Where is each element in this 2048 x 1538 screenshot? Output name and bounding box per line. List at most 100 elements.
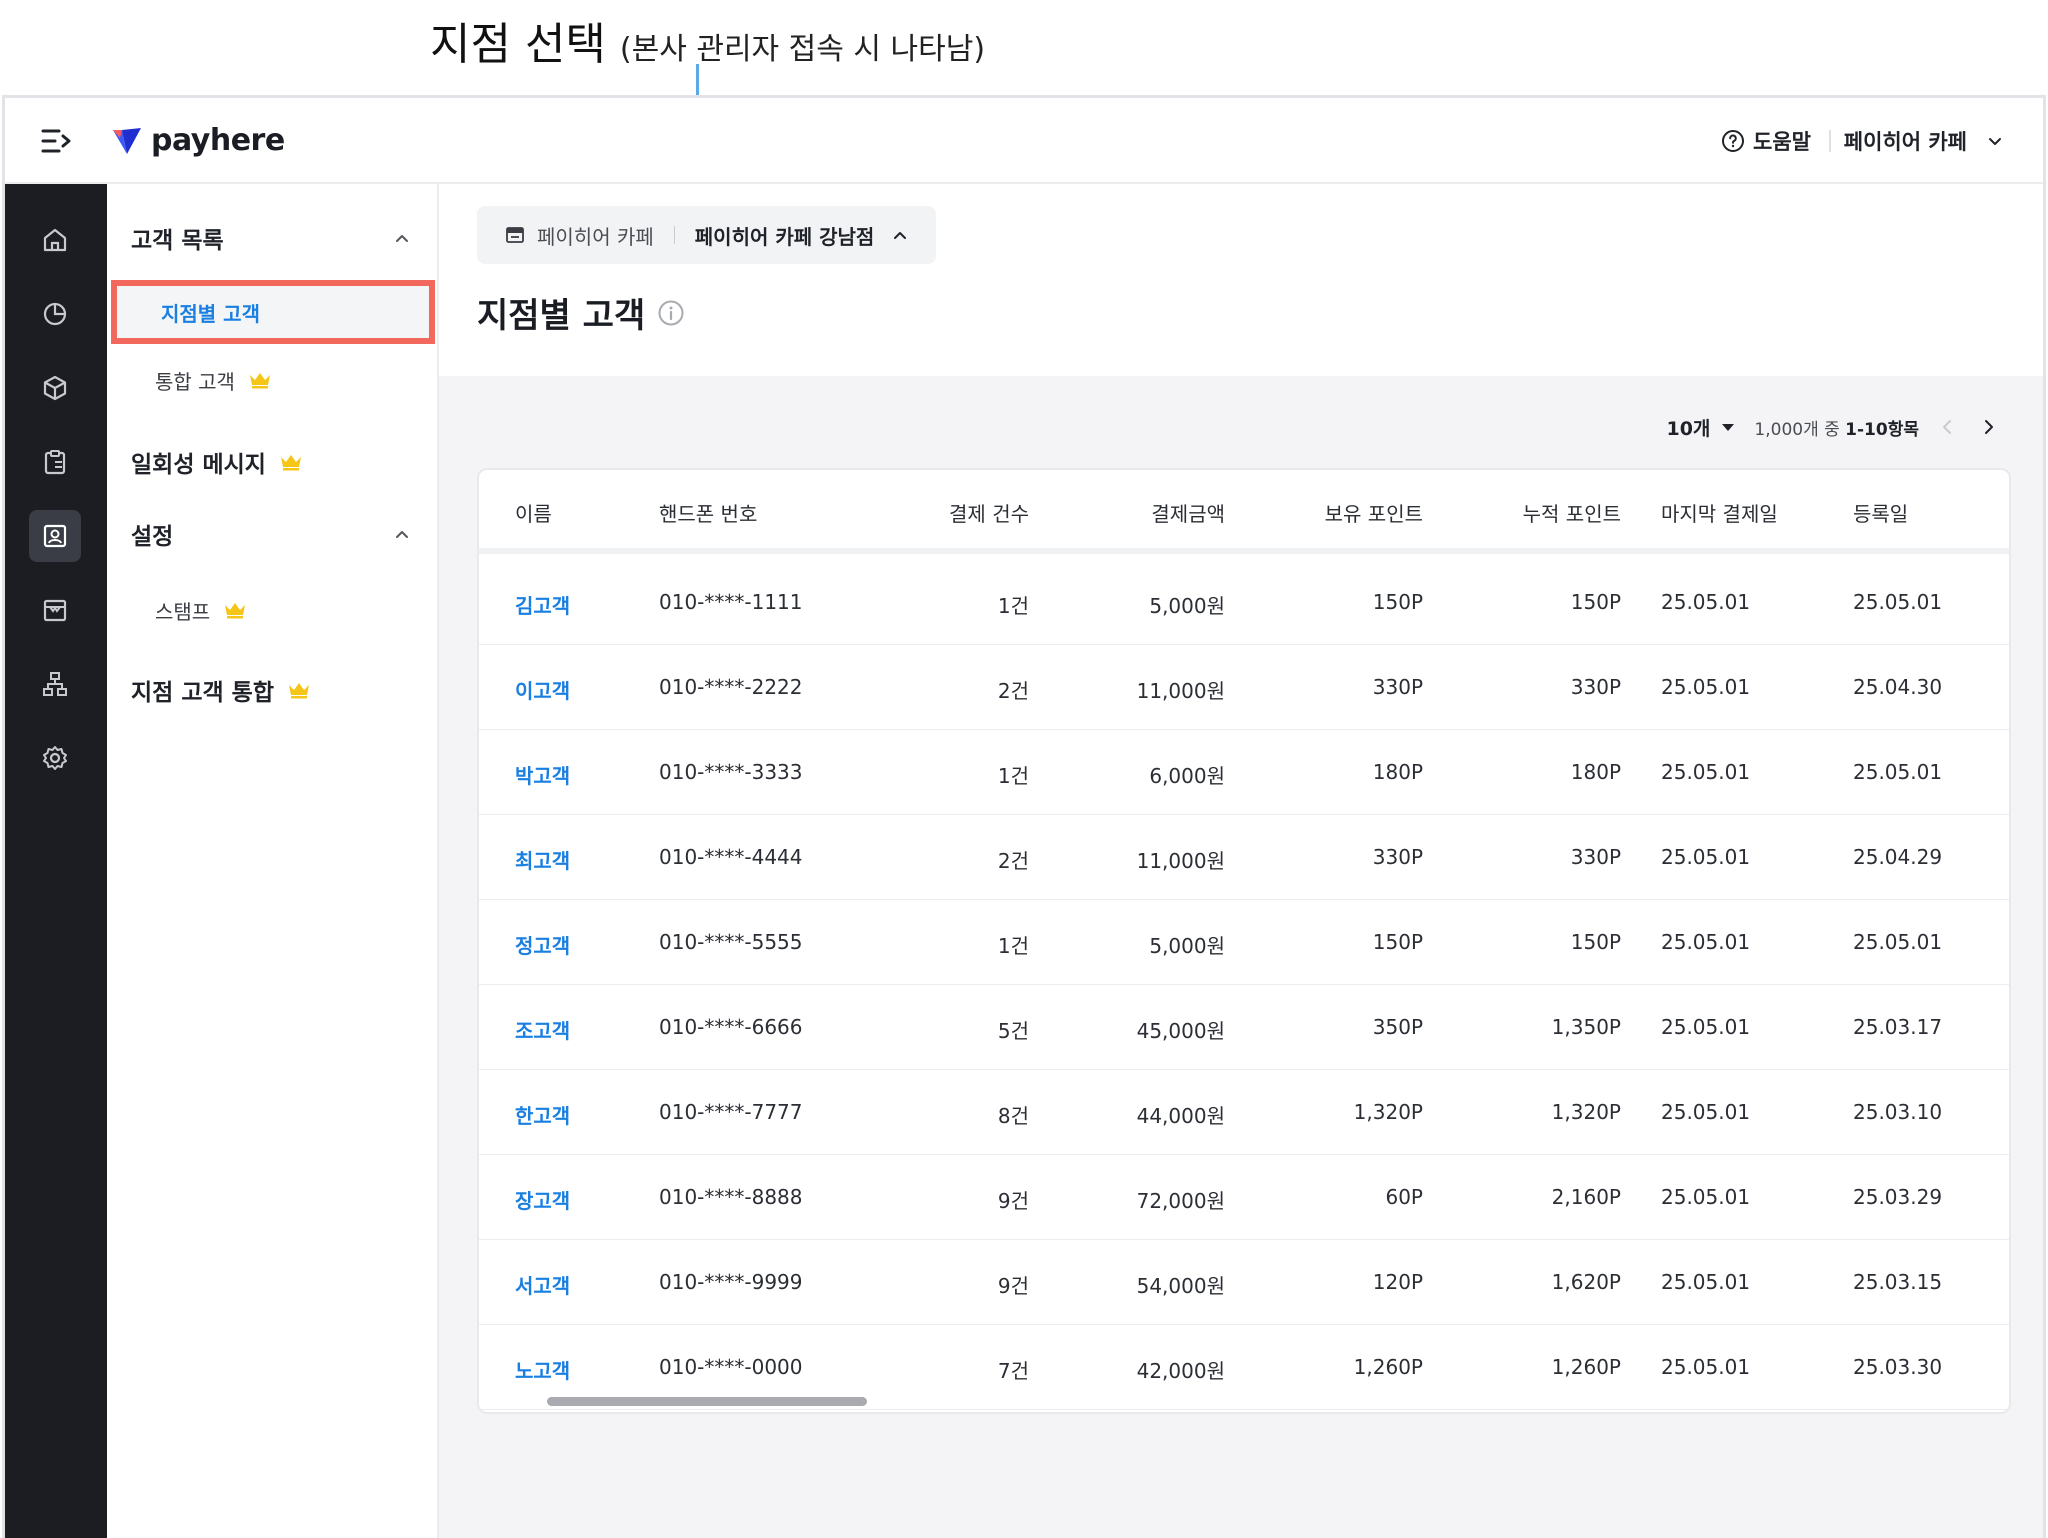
submenu-item-branch-customer-merge[interactable]: 지점 고객 통합 bbox=[131, 670, 310, 710]
store-label: 페이히어 카페 bbox=[1843, 130, 1967, 154]
customer-name-link[interactable]: 김고객 bbox=[515, 590, 570, 619]
table-row[interactable]: 박고객 010-****-3333 1건 6,000원 180P 180P 25.05.01… bbox=[479, 730, 2009, 815]
last-payment-cell: 25.05.01 bbox=[1661, 590, 1751, 614]
points-cell: 1,260P bbox=[1353, 1355, 1423, 1379]
last-payment-cell: 25.05.01 bbox=[1661, 1185, 1751, 1209]
page-size-dropdown[interactable]: 10개 bbox=[1666, 414, 1736, 441]
points-cell: 330P bbox=[1372, 675, 1423, 699]
page-size-label: 10개 bbox=[1666, 417, 1711, 440]
store-icon bbox=[43, 599, 67, 622]
registered-cell: 25.05.01 bbox=[1853, 760, 1943, 784]
payment-amount-cell: 44,000원 bbox=[1136, 1104, 1225, 1128]
home-icon bbox=[43, 228, 67, 252]
points-cell: 150P bbox=[1372, 930, 1423, 954]
branch-current-label: 페이히어 카페 강남점 bbox=[694, 224, 875, 249]
column-header[interactable]: 이름 bbox=[515, 498, 552, 527]
payment-amount-cell: 6,000원 bbox=[1149, 764, 1225, 788]
phone-cell: 010-****-0000 bbox=[659, 1355, 803, 1379]
column-header[interactable]: 결제 건수 bbox=[879, 498, 1029, 527]
points-cell: 120P bbox=[1372, 1270, 1423, 1294]
next-page-button[interactable] bbox=[1975, 413, 2003, 441]
submenu-item-one-time-message[interactable]: 일회성 메시지 bbox=[131, 442, 302, 482]
submenu-item-integrated-customers[interactable]: 통합 고객 bbox=[155, 360, 271, 400]
page-total: 1,000개 중 bbox=[1754, 419, 1846, 440]
payment-amount-cell: 45,000원 bbox=[1136, 1019, 1225, 1043]
column-header[interactable]: 누적 포인트 bbox=[1459, 498, 1621, 527]
column-header[interactable]: 보유 포인트 bbox=[1259, 498, 1423, 527]
chevron-down-icon bbox=[1989, 138, 2001, 145]
phone-cell: 010-****-3333 bbox=[659, 760, 803, 784]
payment-count-cell: 1건 bbox=[997, 764, 1029, 788]
phone-cell: 010-****-1111 bbox=[659, 590, 803, 614]
menu-toggle-icon[interactable] bbox=[41, 126, 73, 156]
store-dropdown[interactable]: 페이히어 카페 bbox=[1844, 124, 2003, 158]
last-payment-cell: 25.05.01 bbox=[1661, 1100, 1751, 1124]
crown-icon bbox=[249, 373, 270, 389]
table-row[interactable]: 서고객 010-****-9999 9건 54,000원 120P 1,620P 25.05… bbox=[479, 1240, 2009, 1325]
rail-orders[interactable] bbox=[29, 436, 81, 488]
table-row[interactable]: 한고객 010-****-7777 8건 44,000원 1,320P 1,320P 25.… bbox=[479, 1070, 2009, 1155]
customer-name-link[interactable]: 한고객 bbox=[515, 1100, 570, 1129]
prev-page-button[interactable] bbox=[1933, 413, 1961, 441]
payment-count-cell: 2건 bbox=[997, 849, 1029, 873]
payment-count-cell: 5건 bbox=[997, 1019, 1029, 1043]
column-header[interactable]: 핸드폰 번호 bbox=[659, 498, 757, 527]
last-payment-cell: 25.05.01 bbox=[1661, 760, 1751, 784]
rail-settings[interactable] bbox=[29, 732, 81, 784]
customer-name-link[interactable]: 장고객 bbox=[515, 1185, 570, 1214]
submenu-item-label: 스탬프 bbox=[155, 599, 211, 624]
branch-selector[interactable]: 페이히어 카페 페이히어 카페 강남점 bbox=[477, 206, 937, 264]
customer-name-link[interactable]: 박고객 bbox=[515, 760, 570, 789]
points-cell: 350P bbox=[1372, 1015, 1423, 1039]
topbar-divider bbox=[1829, 130, 1831, 152]
table-row[interactable]: 장고객 010-****-8888 9건 72,000원 60P 2,160P 25.05.… bbox=[479, 1155, 2009, 1240]
total-points-cell: 1,620P bbox=[1551, 1270, 1621, 1294]
customer-name-link[interactable]: 정고객 bbox=[515, 930, 570, 959]
rail-home[interactable] bbox=[29, 214, 81, 266]
customer-name-link[interactable]: 서고객 bbox=[515, 1270, 570, 1299]
rail-customers[interactable] bbox=[29, 510, 81, 562]
payment-count-cell: 2건 bbox=[997, 679, 1029, 703]
rail-organization[interactable] bbox=[29, 658, 81, 710]
gear-icon bbox=[43, 746, 67, 770]
submenu-item-branch-customers[interactable]: 지점별 고객 bbox=[111, 280, 435, 344]
total-points-cell: 1,350P bbox=[1551, 1015, 1621, 1039]
table-row[interactable]: 조고객 010-****-6666 5건 45,000원 350P 1,350P 25.05… bbox=[479, 985, 2009, 1070]
submenu-item-label: 지점별 고객 bbox=[161, 302, 260, 326]
rail-stats[interactable] bbox=[29, 288, 81, 340]
last-payment-cell: 25.05.01 bbox=[1661, 1270, 1751, 1294]
column-header[interactable]: 마지막 결제일 bbox=[1661, 498, 1778, 527]
column-header[interactable]: 결제금액 bbox=[1059, 498, 1225, 527]
payhere-logo[interactable]: payhere bbox=[111, 120, 285, 160]
customer-name-link[interactable]: 이고객 bbox=[515, 675, 570, 704]
customer-name-link[interactable]: 조고객 bbox=[515, 1015, 570, 1044]
rail-store[interactable] bbox=[29, 584, 81, 636]
column-header[interactable]: 등록일 bbox=[1853, 498, 1908, 527]
payment-count-cell: 1건 bbox=[997, 934, 1029, 958]
phone-cell: 010-****-8888 bbox=[659, 1185, 803, 1209]
page-title: 지점별 고객 bbox=[477, 288, 685, 337]
submenu-group-settings[interactable]: 설정 bbox=[131, 514, 411, 554]
payment-amount-cell: 5,000원 bbox=[1149, 594, 1225, 618]
table-row[interactable]: 최고객 010-****-4444 2건 11,000원 330P 330P 25.05.0… bbox=[479, 815, 2009, 900]
customer-name-link[interactable]: 노고객 bbox=[515, 1355, 570, 1384]
clipboard-icon bbox=[44, 450, 66, 475]
submenu-item-stamp[interactable]: 스탬프 bbox=[155, 590, 246, 630]
table-row[interactable]: 이고객 010-****-2222 2건 11,000원 330P 330P 25.05.0… bbox=[479, 645, 2009, 730]
rail-products[interactable] bbox=[29, 362, 81, 414]
help-button[interactable]: 도움말 bbox=[1721, 124, 1811, 158]
payhere-logo-icon bbox=[113, 128, 141, 154]
horizontal-scrollbar[interactable] bbox=[547, 1397, 867, 1406]
info-icon[interactable] bbox=[657, 299, 685, 327]
customer-table: 이름 핸드폰 번호 결제 건수 결제금액 보유 포인트 누적 포인트 마지막 결… bbox=[477, 468, 2011, 1414]
customer-name-link[interactable]: 최고객 bbox=[515, 845, 570, 874]
table-row[interactable]: 정고객 010-****-5555 1건 5,000원 150P 150P 25.05.01… bbox=[479, 900, 2009, 985]
points-cell: 330P bbox=[1372, 845, 1423, 869]
total-points-cell: 2,160P bbox=[1551, 1185, 1621, 1209]
last-payment-cell: 25.05.01 bbox=[1661, 1015, 1751, 1039]
submenu-group-customer-list[interactable]: 고객 목록 bbox=[131, 218, 411, 258]
registered-cell: 25.03.10 bbox=[1853, 1100, 1943, 1124]
crown-icon bbox=[280, 455, 301, 471]
phone-cell: 010-****-4444 bbox=[659, 845, 803, 869]
table-row[interactable]: 김고객 010-****-1111 1건 5,000원 150P 150P 25.05.01… bbox=[479, 560, 2009, 645]
